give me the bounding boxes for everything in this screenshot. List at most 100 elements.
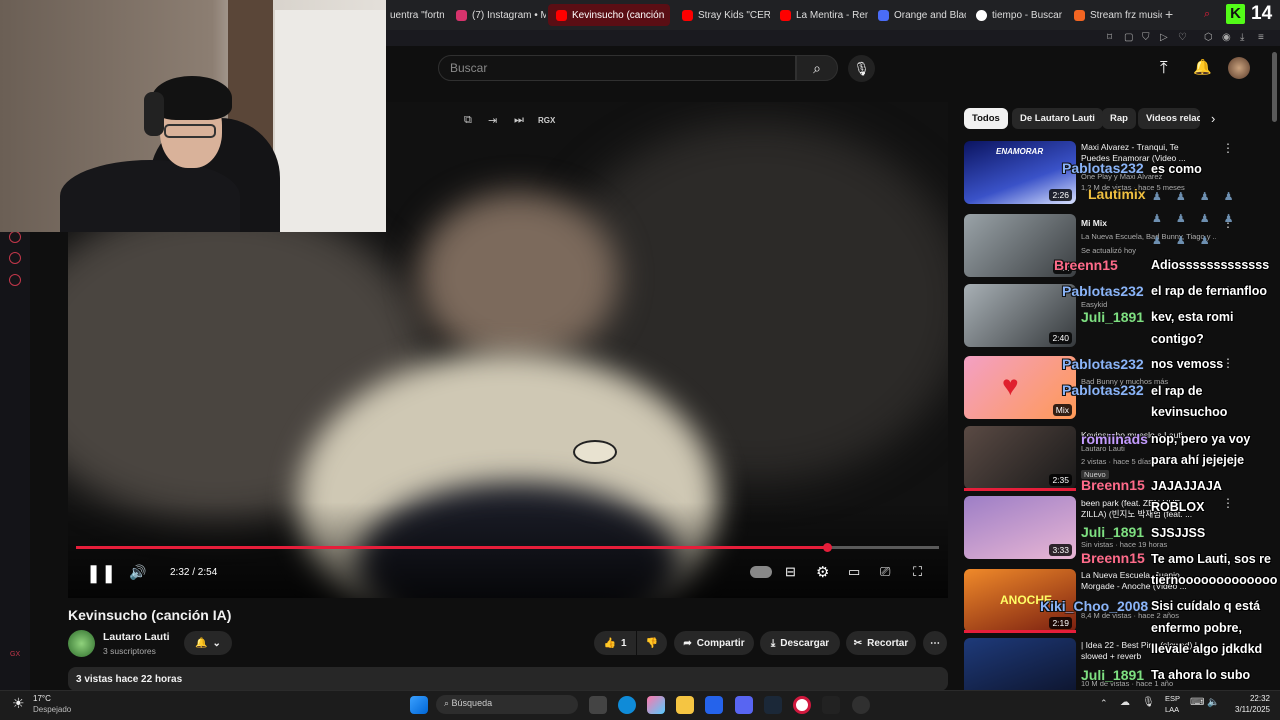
window-icon[interactable]: ▢ [1124,32,1133,44]
cloud-icon[interactable]: ☁ [1120,697,1130,708]
search-icon: ⌕ [444,698,452,708]
chip-all[interactable]: Todos [964,108,1008,129]
sidebar-item-icon[interactable] [9,252,21,264]
browser-tab-active[interactable]: Kevinsucho (canción [548,4,670,26]
kick-logo-icon[interactable]: K [1226,4,1245,24]
volume-icon[interactable]: 🔊 [129,564,146,581]
copilot-icon[interactable] [647,696,665,714]
more-actions-button[interactable]: ⋯ [923,631,947,655]
windows-start-icon[interactable] [410,696,428,714]
more-icon[interactable]: ⋮ [1222,496,1234,510]
play-icon[interactable]: ▷ [1160,32,1168,44]
browser-tab-instagram[interactable]: (7) Instagram • M [448,4,546,26]
browser-tab[interactable]: Orange and Black [870,4,966,26]
settings-icon[interactable] [9,274,21,286]
chat-message: contigo? [1151,332,1204,346]
browser-tab-youtube[interactable]: La Mentira - Rem [772,4,868,26]
edge-icon[interactable] [618,696,636,714]
epic-games-icon[interactable] [822,696,840,714]
channel-avatar[interactable] [68,630,95,657]
store-icon[interactable] [705,696,723,714]
related-thumbnail[interactable]: ENAMORAR 2:26 [964,141,1076,204]
taskbar-search[interactable]: ⌕ Búsqueda [436,695,578,714]
share-button[interactable]: ➦ Compartir [674,631,754,655]
chat-message: kevinsuchoo [1151,405,1228,419]
weather-icon[interactable]: ☀ [12,695,25,712]
chat-message: tiernooooooooooooo [1151,573,1278,587]
more-icon: ⋯ [930,637,940,649]
language-layout: LAA [1165,705,1180,714]
extensions-icon[interactable]: ⬡ [1204,32,1213,44]
thumbs-down-icon: 👎 [645,637,659,649]
subscribe-bell-button[interactable]: 🔔 ⌄ [184,631,232,655]
chat-message: JAJAJJAJA [1151,479,1222,493]
webcam-wall [275,10,386,232]
opera-gx-icon[interactable] [793,696,811,714]
clip-button[interactable]: ✂ Recortar [846,631,916,655]
task-view-icon[interactable] [589,696,607,714]
download-icon[interactable]: ⤓ [1240,32,1244,44]
pause-button[interactable]: ❚❚ [86,563,116,584]
search-icon: ⌕ [813,60,821,76]
subtitles-icon[interactable]: ⊟ [785,564,796,580]
chevron-right-icon[interactable]: › [1211,111,1215,126]
related-thumbnail[interactable]: 3:33 [964,496,1076,559]
profile-icon[interactable]: ◉ [1222,32,1231,44]
avatar[interactable] [1228,57,1250,79]
chip-related[interactable]: Videos relac [1138,108,1200,129]
dislike-button[interactable]: 👎 [637,631,667,655]
chat-username: Breenn15 [1054,257,1118,273]
skip-icon[interactable]: ⏭ [514,114,524,127]
like-button[interactable]: 👍 1 [594,631,636,655]
more-icon[interactable]: ⋮ [1222,356,1234,370]
notifications-icon[interactable]: 🔔 [1193,58,1212,76]
microphone-icon[interactable]: 🎙 [1142,697,1155,708]
voice-search-button[interactable]: 🎙 [848,55,875,82]
file-explorer-icon[interactable] [676,696,694,714]
browser-tab-google[interactable]: tiempo - Buscar c [968,4,1064,26]
browser-tab-youtube[interactable]: Stray Kids "CERE [674,4,770,26]
fullscreen-icon[interactable]: ⛶ [913,564,922,580]
shield-icon[interactable]: ⛉ [1142,32,1150,44]
language-indicator[interactable]: ESP [1165,694,1180,703]
chevron-up-icon[interactable]: ⌃ [1100,698,1108,709]
clock-time[interactable]: 22:32 [1232,694,1270,703]
bookmark-icon[interactable]: ⌑ [1107,32,1112,44]
volume-icon[interactable]: 🔈 [1207,697,1219,708]
share-icon[interactable]: ⇥ [488,114,497,127]
browser-tab[interactable]: uentra "fortnit [382,4,444,26]
cast-icon[interactable]: ⎚ [880,564,890,580]
download-button[interactable]: ⤓ Descargar [760,631,840,655]
browser-tab[interactable]: Stream frz music [1066,4,1162,26]
search-icon[interactable]: ⌕ [1204,8,1210,21]
menu-icon[interactable]: ≡ [1258,32,1264,44]
chip-rap[interactable]: Rap [1102,108,1136,129]
obs-icon[interactable] [852,696,870,714]
jacket-logo [573,440,617,464]
upload-icon[interactable]: ⤒ [1160,58,1168,78]
network-icon[interactable]: ⌨ [1190,697,1204,708]
discord-icon[interactable] [735,696,753,714]
controls-gradient [68,502,948,598]
autoplay-toggle[interactable] [750,566,772,578]
miniplayer-icon[interactable]: ⧉ [464,114,472,127]
more-icon[interactable]: ⋮ [1222,141,1234,155]
scrubber-handle[interactable] [823,543,832,552]
scrollbar-thumb[interactable] [1272,52,1277,122]
steam-icon[interactable] [764,696,782,714]
search-input[interactable]: Buscar [438,55,796,81]
new-tab-button[interactable]: + [1165,6,1173,22]
related-thumbnail[interactable]: ♥ Mix [964,356,1076,419]
heart-icon[interactable]: ♡ [1178,32,1187,44]
related-thumbnail[interactable]: 2:40 [964,284,1076,347]
channel-name[interactable]: Lautaro Lauti [103,631,170,643]
description-box[interactable]: 3 vistas hace 22 horas [68,667,948,691]
webcam-glasses [164,124,216,138]
weather-temp[interactable]: 17°C [33,694,51,703]
related-thumbnail[interactable]: 2:35 [964,426,1076,489]
miniplayer-icon[interactable]: ▭ [848,564,860,580]
settings-icon[interactable]: ⚙ [816,563,829,581]
search-button[interactable]: ⌕ [796,55,838,81]
sidebar-item-icon[interactable] [9,231,21,243]
chip-channel[interactable]: De Lautaro Lauti [1012,108,1103,129]
